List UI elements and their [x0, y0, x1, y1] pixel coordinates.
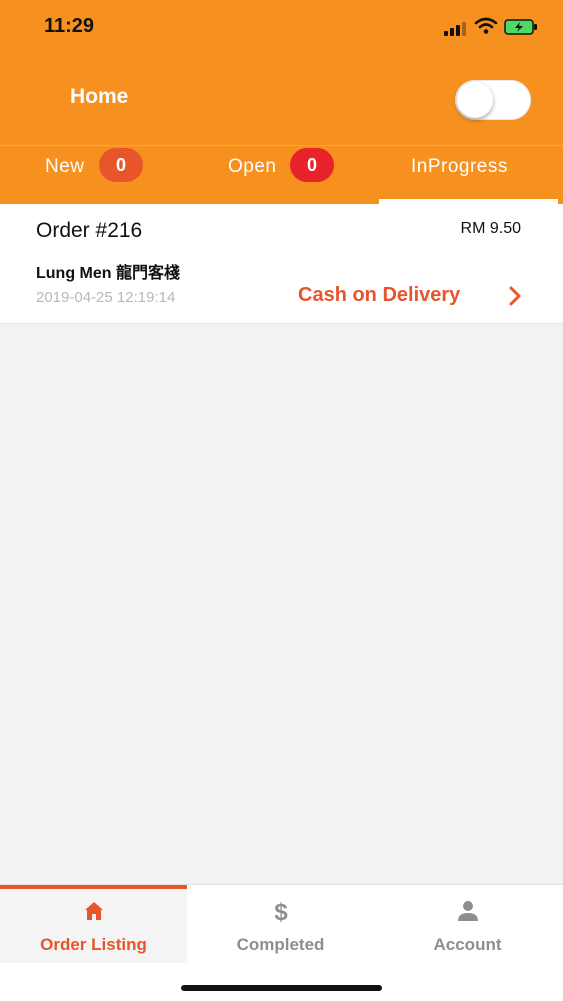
restaurant-name: Lung Men 龍門客棧 — [36, 265, 180, 282]
svg-text:$: $ — [274, 899, 288, 923]
toggle-knob[interactable] — [457, 82, 493, 118]
page-title: Home — [70, 85, 129, 108]
order-price: RM 9.50 — [460, 220, 521, 237]
bottom-navigation: Order Listing $ Completed Account — [0, 884, 563, 1001]
tab-new[interactable]: New 0 — [0, 146, 187, 204]
status-bar: 11:29 — [0, 0, 563, 56]
chevron-right-icon[interactable] — [506, 285, 524, 307]
nav-order-listing-label: Order Listing — [40, 935, 147, 954]
tab-new-label: New — [45, 156, 85, 177]
tab-open-label: Open — [228, 156, 277, 177]
tab-open-badge: 0 — [290, 148, 334, 182]
home-indicator[interactable] — [181, 985, 382, 991]
nav-completed[interactable]: $ Completed — [187, 889, 374, 963]
order-number: Order #216 — [36, 219, 143, 242]
order-date: 2019-04-25 12:19:14 — [36, 289, 176, 306]
tab-inprogress-label: InProgress — [411, 156, 508, 177]
wifi-icon — [474, 17, 498, 34]
user-icon — [457, 901, 478, 921]
tab-new-badge: 0 — [99, 148, 143, 182]
nav-account[interactable]: Account — [374, 889, 561, 963]
dollar-icon: $ — [274, 899, 288, 923]
payment-method: Cash on Delivery — [298, 284, 461, 306]
nav-completed-label: Completed — [236, 935, 325, 954]
tab-inprogress[interactable]: InProgress — [374, 146, 561, 204]
tab-open[interactable]: Open 0 — [187, 146, 374, 204]
status-time: 11:29 — [44, 15, 95, 37]
nav-order-listing[interactable]: Order Listing — [0, 889, 187, 963]
availability-toggle[interactable] — [455, 80, 531, 120]
battery-charging-icon — [504, 19, 537, 35]
order-card[interactable]: Order #216 RM 9.50 Lung Men 龍門客棧 2019-04… — [0, 204, 563, 324]
signal-icon — [444, 22, 466, 36]
nav-account-label: Account — [433, 935, 502, 954]
home-icon — [84, 902, 103, 920]
app-header: 11:29 Home New 0 Open 0 InProgress — [0, 0, 563, 204]
